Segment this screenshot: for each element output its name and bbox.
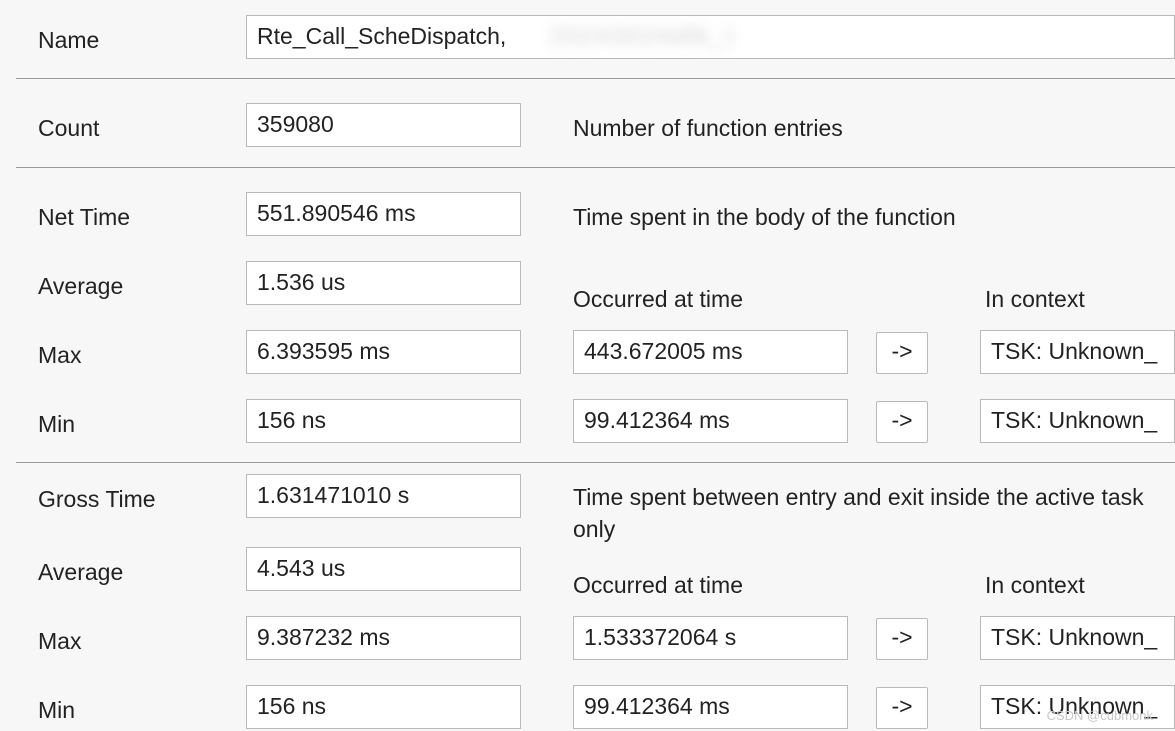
net-average-field[interactable]: 1.536 us xyxy=(246,261,521,305)
net-max-goto-button[interactable]: -> xyxy=(876,332,928,374)
net-max-context-field[interactable]: TSK: Unknown_ xyxy=(980,330,1175,374)
gross-in-context-header: In context xyxy=(985,572,1085,599)
count-description: Number of function entries xyxy=(573,115,843,142)
net-in-context-header: In context xyxy=(985,286,1085,313)
gross-average-label: Average xyxy=(38,559,123,586)
net-min-context-field[interactable]: TSK: Unknown_ xyxy=(980,399,1175,443)
gross-max-field[interactable]: 9.387232 ms xyxy=(246,616,521,660)
net-min-field[interactable]: 156 ns xyxy=(246,399,521,443)
gross-min-goto-button[interactable]: -> xyxy=(876,687,928,729)
gross-min-field[interactable]: 156 ns xyxy=(246,685,521,729)
name-value: Rte_Call_ScheDispatch, xyxy=(257,23,506,49)
watermark: CSDN @cubmonk xyxy=(1047,708,1153,723)
net-max-label: Max xyxy=(38,342,81,369)
gross-min-at-field[interactable]: 99.412364 ms xyxy=(573,685,848,729)
gross-max-goto-button[interactable]: -> xyxy=(876,618,928,660)
gross-time-field[interactable]: 1.631471010 s xyxy=(246,474,521,518)
net-min-label: Min xyxy=(38,411,75,438)
net-time-field[interactable]: 551.890546 ms xyxy=(246,192,521,236)
gross-time-description: Time spent between entry and exit inside… xyxy=(573,481,1175,545)
net-min-goto-button[interactable]: -> xyxy=(876,401,928,443)
net-time-label: Net Time xyxy=(38,204,130,231)
net-max-at-field[interactable]: 443.672005 ms xyxy=(573,330,848,374)
net-average-label: Average xyxy=(38,273,123,300)
gross-max-context-field[interactable]: TSK: Unknown_ xyxy=(980,616,1175,660)
gross-average-field[interactable]: 4.543 us xyxy=(246,547,521,591)
gross-occurred-at-header: Occurred at time xyxy=(573,572,743,599)
count-field[interactable]: 359080 xyxy=(246,103,521,147)
gross-min-label: Min xyxy=(38,697,75,724)
name-obscured: 20243024dfk_t xyxy=(550,23,735,51)
net-time-description: Time spent in the body of the function xyxy=(573,204,956,231)
name-label: Name xyxy=(38,27,99,54)
net-occurred-at-header: Occurred at time xyxy=(573,286,743,313)
net-min-at-field[interactable]: 99.412364 ms xyxy=(573,399,848,443)
count-label: Count xyxy=(38,115,99,142)
gross-max-label: Max xyxy=(38,628,81,655)
gross-max-at-field[interactable]: 1.533372064 s xyxy=(573,616,848,660)
net-max-field[interactable]: 6.393595 ms xyxy=(246,330,521,374)
gross-time-label: Gross Time xyxy=(38,486,156,513)
